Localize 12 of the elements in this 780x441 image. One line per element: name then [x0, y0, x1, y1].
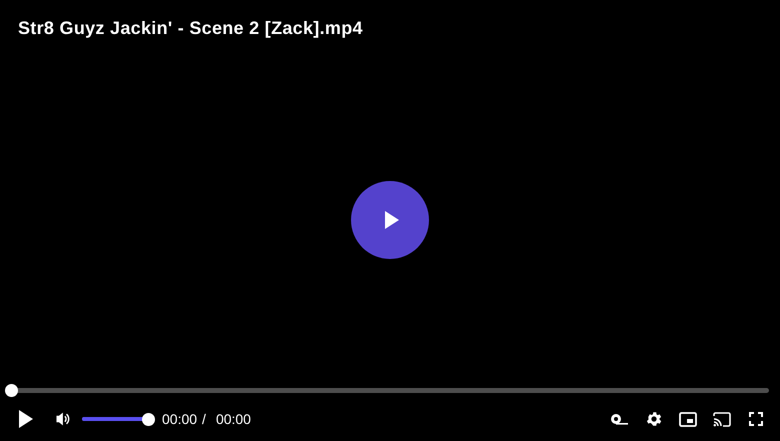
seek-handle[interactable]: [4, 384, 18, 397]
cast-icon[interactable]: [712, 409, 732, 429]
duration-time: 00:00: [216, 410, 251, 428]
speaker-icon: [54, 411, 70, 427]
fullscreen-icon[interactable]: [746, 409, 766, 429]
video-title: Str8 Guyz Jackin' - Scene 2 [Zack].mp4: [18, 18, 363, 38]
picture-in-picture-icon[interactable]: [678, 409, 698, 429]
volume-handle[interactable]: [142, 412, 154, 426]
play-icon: [18, 409, 34, 429]
play-icon: [384, 210, 400, 230]
current-time: 00:00: [162, 410, 198, 428]
time-separator: /: [202, 410, 206, 428]
